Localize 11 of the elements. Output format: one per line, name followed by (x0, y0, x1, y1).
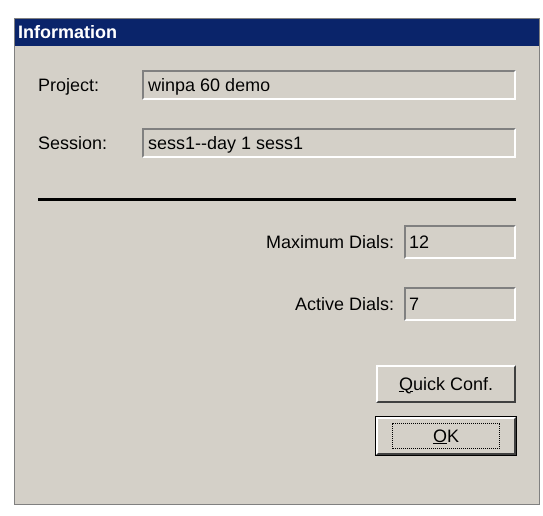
field-label: Session: (38, 132, 108, 154)
quick-conf-button[interactable]: Quick Conf. (376, 365, 516, 403)
ok-button[interactable]: OK (376, 417, 516, 455)
text-field[interactable]: 12 (404, 225, 516, 259)
field-label: Active Dials: (294, 292, 394, 316)
field-label: Project: (38, 74, 100, 97)
text-field[interactable]: winpa 60 demo (142, 70, 516, 100)
window-title: Information (15, 19, 539, 46)
field-label: Maximum Dials: (266, 230, 394, 254)
text-field[interactable]: sess1--day 1 sess1 (142, 128, 516, 158)
text-field[interactable]: 7 (404, 287, 516, 321)
